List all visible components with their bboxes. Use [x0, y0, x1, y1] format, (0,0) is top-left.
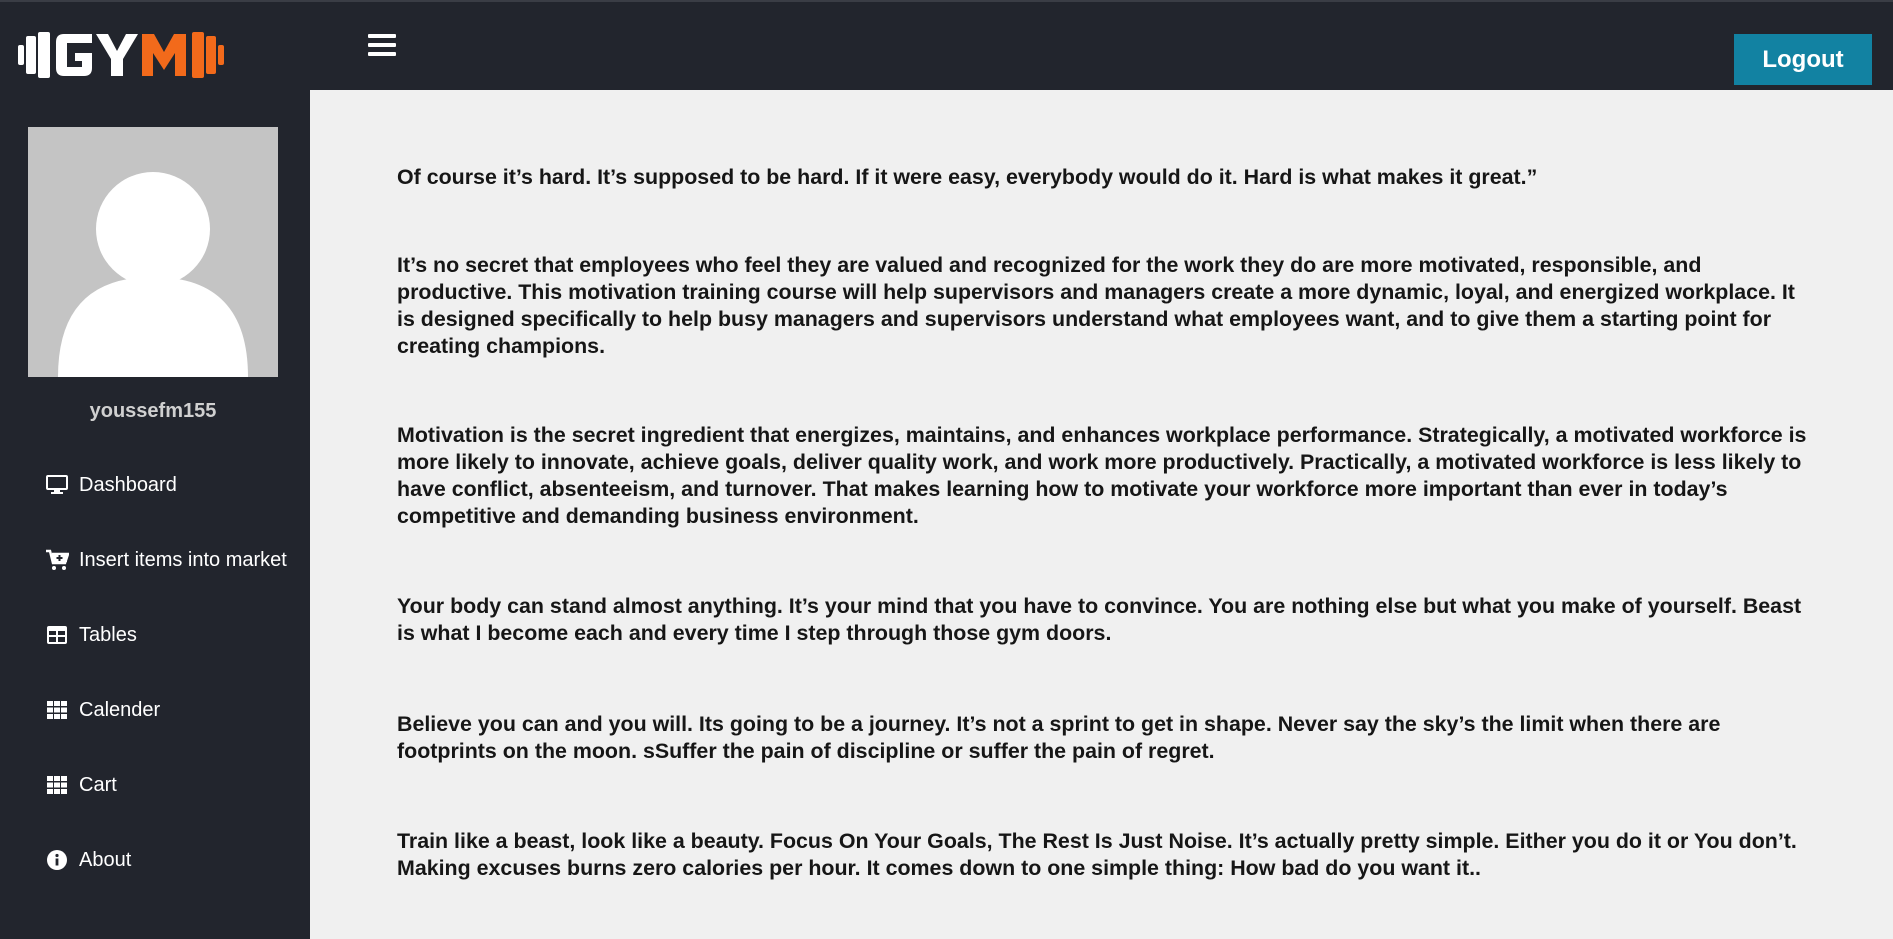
quote-paragraph: It’s no secret that employees who feel t…	[397, 253, 1795, 358]
gym-logo[interactable]	[18, 28, 250, 82]
gym-logo-graphic	[18, 32, 224, 78]
sidebar-item-label: Tables	[79, 623, 137, 646]
hamburger-icon[interactable]	[368, 34, 396, 58]
sidebar-item-label: About	[79, 848, 132, 871]
sidebar-item-label: Calender	[79, 698, 161, 721]
quote-paragraph: Believe you can and you will. Its going …	[397, 712, 1721, 763]
sidebar-item-label: Dashboard	[79, 473, 177, 496]
sidebar-item-cart[interactable]: Cart	[45, 765, 117, 805]
top-navbar: Logout	[0, 0, 1893, 90]
grid-icon	[45, 698, 69, 722]
username: youssefm155	[89, 400, 217, 422]
quote-paragraph: Motivation is the secret ingredient that…	[397, 423, 1807, 528]
sidebar: youssefm155 Dashboard Insert items into …	[0, 90, 310, 939]
sidebar-item-label: Cart	[79, 773, 117, 796]
sidebar-item-tables[interactable]: Tables	[45, 615, 137, 655]
avatar	[28, 127, 278, 377]
cart-plus-icon	[45, 548, 69, 572]
sidebar-item-label: Insert items into market	[79, 548, 287, 571]
grid-icon	[45, 773, 69, 797]
sidebar-item-insert-items[interactable]: Insert items into market	[45, 540, 287, 580]
table-icon	[45, 623, 69, 647]
quote-paragraph: Your body can stand almost anything. It’…	[397, 594, 1802, 645]
quote-paragraph: Train like a beast, look like a beauty. …	[397, 829, 1797, 880]
sidebar-item-dashboard[interactable]: Dashboard	[45, 465, 177, 505]
sidebar-item-about[interactable]: About	[45, 840, 131, 880]
info-icon	[45, 848, 69, 872]
logout-button[interactable]: Logout	[1734, 34, 1872, 85]
sidebar-item-calender[interactable]: Calender	[45, 690, 160, 730]
quote-paragraph: Of course it’s hard. It’s supposed to be…	[397, 165, 1538, 189]
monitor-icon	[45, 473, 69, 497]
user-placeholder-icon	[58, 172, 248, 377]
